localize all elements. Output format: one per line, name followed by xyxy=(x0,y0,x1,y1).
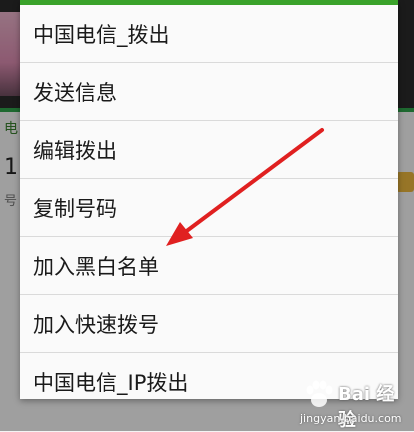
menu-item-add-blacklist[interactable]: 加入黑白名单 xyxy=(20,237,398,295)
context-menu-dialog: 中国电信_拨出 发送信息 编辑拨出 复制号码 加入黑白名单 加入快速拨号 中国电… xyxy=(20,0,398,399)
menu-item-label: 加入快速拨号 xyxy=(33,312,159,337)
menu-item-add-speed-dial[interactable]: 加入快速拨号 xyxy=(20,295,398,353)
menu-item-send-message[interactable]: 发送信息 xyxy=(20,63,398,121)
menu-item-copy-number[interactable]: 复制号码 xyxy=(20,179,398,237)
menu-item-label: 发送信息 xyxy=(33,80,117,105)
menu-item-dial-telecom[interactable]: 中国电信_拨出 xyxy=(20,5,398,63)
menu-item-label: 中国电信_拨出 xyxy=(33,22,170,47)
baidu-jingyan-watermark: Bai 经验 jingyan.baidu.com xyxy=(300,376,408,431)
menu-item-label: 编辑拨出 xyxy=(33,138,117,163)
menu-item-label: 中国电信_IP拨出 xyxy=(33,371,189,395)
paw-logo-icon xyxy=(306,380,333,407)
menu-item-edit-dial[interactable]: 编辑拨出 xyxy=(20,121,398,179)
menu-item-label: 复制号码 xyxy=(33,196,117,221)
menu-item-label: 加入黑白名单 xyxy=(33,254,159,279)
watermark-url: jingyan.baidu.com xyxy=(300,412,402,425)
